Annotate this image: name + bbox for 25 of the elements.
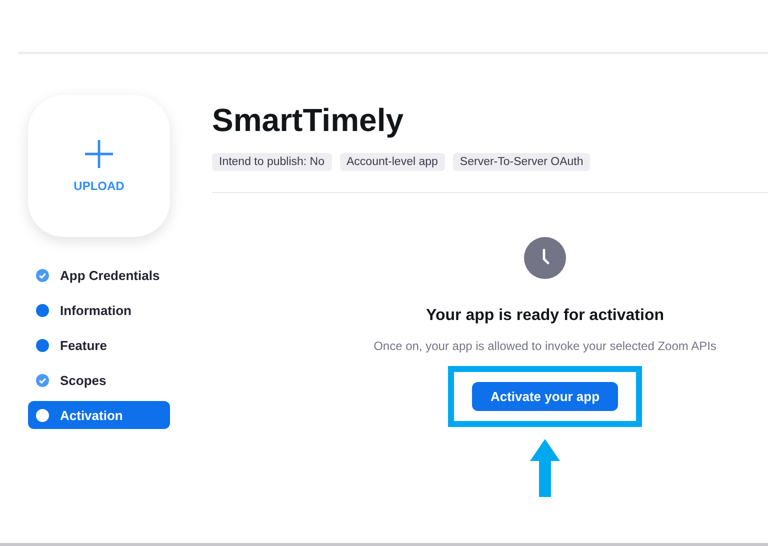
clock-icon	[524, 237, 566, 279]
step-item[interactable]: Feature	[28, 331, 170, 359]
activate-button[interactable]: Activate your app	[472, 382, 618, 411]
activation-heading: Your app is ready for activation	[426, 307, 664, 325]
step-label: Activation	[60, 408, 123, 422]
app-title: SmartTimely	[212, 101, 404, 139]
check-icon	[36, 374, 49, 386]
step-item[interactable]: App Credentials	[28, 261, 170, 289]
tag: Server-To-Server OAuth	[452, 153, 590, 171]
step-item[interactable]: Activation	[28, 401, 170, 429]
tag: Account-level app	[340, 153, 445, 171]
arrow-icon	[530, 439, 560, 497]
check-icon	[36, 268, 49, 282]
step-label: App Credentials	[60, 268, 160, 282]
step-label: Information	[60, 302, 132, 318]
activation-description: Once on, your app is allowed to invoke your selected Zoom APIs	[374, 339, 716, 353]
dot-icon	[36, 408, 49, 422]
step-label: Scopes	[60, 372, 106, 388]
plus-icon	[84, 139, 114, 169]
step-item[interactable]: Scopes	[28, 366, 170, 394]
dot-icon	[36, 304, 49, 316]
dot-icon	[36, 338, 49, 352]
tag: Intend to publish: No	[212, 153, 332, 171]
step-item[interactable]: Information	[28, 296, 170, 324]
step-label: Feature	[60, 338, 107, 352]
